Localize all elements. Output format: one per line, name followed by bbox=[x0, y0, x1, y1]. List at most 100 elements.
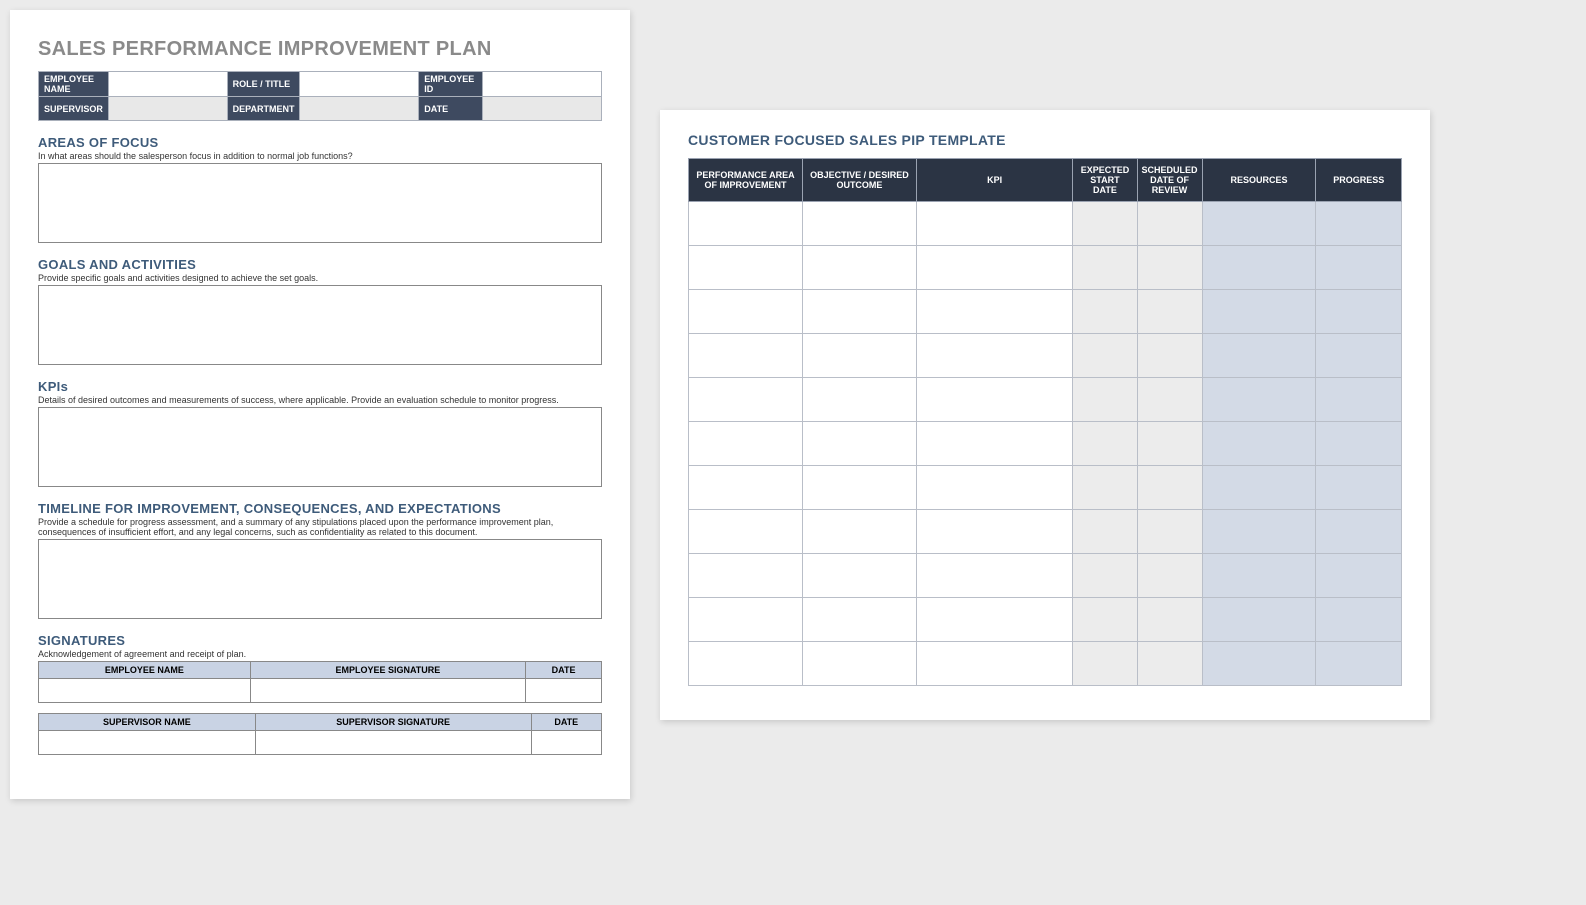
table-cell[interactable] bbox=[1073, 202, 1137, 246]
table-cell[interactable] bbox=[916, 510, 1073, 554]
timeline-box[interactable] bbox=[38, 539, 602, 619]
table-cell[interactable] bbox=[689, 334, 803, 378]
table-cell[interactable] bbox=[1202, 510, 1316, 554]
areas-of-focus-box[interactable] bbox=[38, 163, 602, 243]
table-cell[interactable] bbox=[689, 202, 803, 246]
table-cell[interactable] bbox=[1073, 510, 1137, 554]
department-label: DEPARTMENT bbox=[227, 97, 300, 121]
sig-emp-name-cell[interactable] bbox=[39, 679, 251, 703]
table-cell[interactable] bbox=[1073, 378, 1137, 422]
table-cell[interactable] bbox=[1137, 598, 1202, 642]
table-cell[interactable] bbox=[689, 422, 803, 466]
table-cell[interactable] bbox=[802, 290, 916, 334]
table-cell[interactable] bbox=[1202, 246, 1316, 290]
table-cell[interactable] bbox=[1202, 334, 1316, 378]
table-cell[interactable] bbox=[1073, 466, 1137, 510]
table-cell[interactable] bbox=[916, 202, 1073, 246]
table-cell[interactable] bbox=[689, 246, 803, 290]
table-cell[interactable] bbox=[802, 466, 916, 510]
table-cell[interactable] bbox=[1202, 290, 1316, 334]
table-cell[interactable] bbox=[1202, 598, 1316, 642]
pip-template-table: PERFORMANCE AREA OF IMPROVEMENT OBJECTIV… bbox=[688, 158, 1402, 686]
table-cell[interactable] bbox=[1202, 378, 1316, 422]
table-cell[interactable] bbox=[916, 598, 1073, 642]
pip-form-page: SALES PERFORMANCE IMPROVEMENT PLAN EMPLO… bbox=[10, 10, 630, 799]
table-cell[interactable] bbox=[689, 642, 803, 686]
table-cell[interactable] bbox=[802, 422, 916, 466]
table-cell[interactable] bbox=[1316, 510, 1402, 554]
table-cell[interactable] bbox=[1316, 554, 1402, 598]
table-cell[interactable] bbox=[1202, 554, 1316, 598]
table-cell[interactable] bbox=[689, 510, 803, 554]
table-cell[interactable] bbox=[802, 554, 916, 598]
table-cell[interactable] bbox=[689, 466, 803, 510]
table-cell[interactable] bbox=[802, 510, 916, 554]
sig-emp-date-cell[interactable] bbox=[526, 679, 602, 703]
table-cell[interactable] bbox=[689, 378, 803, 422]
table-cell[interactable] bbox=[1137, 334, 1202, 378]
table-cell[interactable] bbox=[1202, 422, 1316, 466]
table-cell[interactable] bbox=[1316, 598, 1402, 642]
table-cell[interactable] bbox=[1137, 554, 1202, 598]
table-cell[interactable] bbox=[689, 290, 803, 334]
pip-template-page: CUSTOMER FOCUSED SALES PIP TEMPLATE PERF… bbox=[660, 110, 1430, 720]
table-cell[interactable] bbox=[916, 378, 1073, 422]
sig-sup-date-cell[interactable] bbox=[531, 731, 601, 755]
table-cell[interactable] bbox=[1073, 422, 1137, 466]
table-cell[interactable] bbox=[916, 554, 1073, 598]
table-cell[interactable] bbox=[1137, 466, 1202, 510]
table-cell[interactable] bbox=[1202, 202, 1316, 246]
employee-name-cell[interactable] bbox=[108, 72, 227, 97]
table-cell[interactable] bbox=[1073, 246, 1137, 290]
table-cell[interactable] bbox=[916, 642, 1073, 686]
table-cell[interactable] bbox=[1073, 334, 1137, 378]
employee-id-cell[interactable] bbox=[483, 72, 602, 97]
table-cell[interactable] bbox=[1137, 378, 1202, 422]
table-cell[interactable] bbox=[916, 246, 1073, 290]
table-cell[interactable] bbox=[802, 598, 916, 642]
table-cell[interactable] bbox=[1316, 378, 1402, 422]
table-cell[interactable] bbox=[916, 334, 1073, 378]
table-cell[interactable] bbox=[1202, 466, 1316, 510]
sig-emp-sig-cell[interactable] bbox=[250, 679, 525, 703]
table-cell[interactable] bbox=[802, 642, 916, 686]
kpis-box[interactable] bbox=[38, 407, 602, 487]
table-cell[interactable] bbox=[1137, 510, 1202, 554]
sig-emp-sig-header: EMPLOYEE SIGNATURE bbox=[250, 662, 525, 679]
table-cell[interactable] bbox=[689, 554, 803, 598]
date-cell[interactable] bbox=[483, 97, 602, 121]
table-cell[interactable] bbox=[1316, 422, 1402, 466]
table-cell[interactable] bbox=[916, 422, 1073, 466]
table-cell[interactable] bbox=[1073, 642, 1137, 686]
role-title-cell[interactable] bbox=[300, 72, 419, 97]
table-cell[interactable] bbox=[802, 246, 916, 290]
table-cell[interactable] bbox=[1137, 422, 1202, 466]
table-cell[interactable] bbox=[1073, 290, 1137, 334]
table-row bbox=[689, 422, 1402, 466]
sig-sup-sig-cell[interactable] bbox=[255, 731, 531, 755]
supervisor-cell[interactable] bbox=[108, 97, 227, 121]
table-cell[interactable] bbox=[1137, 202, 1202, 246]
table-cell[interactable] bbox=[802, 378, 916, 422]
table-cell[interactable] bbox=[916, 290, 1073, 334]
table-cell[interactable] bbox=[1316, 642, 1402, 686]
goals-box[interactable] bbox=[38, 285, 602, 365]
table-cell[interactable] bbox=[1202, 642, 1316, 686]
table-cell[interactable] bbox=[1316, 466, 1402, 510]
department-cell[interactable] bbox=[300, 97, 419, 121]
table-cell[interactable] bbox=[802, 334, 916, 378]
table-cell[interactable] bbox=[1137, 246, 1202, 290]
table-cell[interactable] bbox=[1073, 554, 1137, 598]
table-cell[interactable] bbox=[1316, 334, 1402, 378]
table-cell[interactable] bbox=[689, 598, 803, 642]
table-cell[interactable] bbox=[1137, 290, 1202, 334]
table-cell[interactable] bbox=[916, 466, 1073, 510]
table-cell[interactable] bbox=[1316, 290, 1402, 334]
signatures-sub: Acknowledgement of agreement and receipt… bbox=[38, 649, 602, 659]
table-cell[interactable] bbox=[802, 202, 916, 246]
table-cell[interactable] bbox=[1316, 202, 1402, 246]
sig-sup-name-cell[interactable] bbox=[39, 731, 256, 755]
table-cell[interactable] bbox=[1073, 598, 1137, 642]
table-cell[interactable] bbox=[1316, 246, 1402, 290]
table-cell[interactable] bbox=[1137, 642, 1202, 686]
